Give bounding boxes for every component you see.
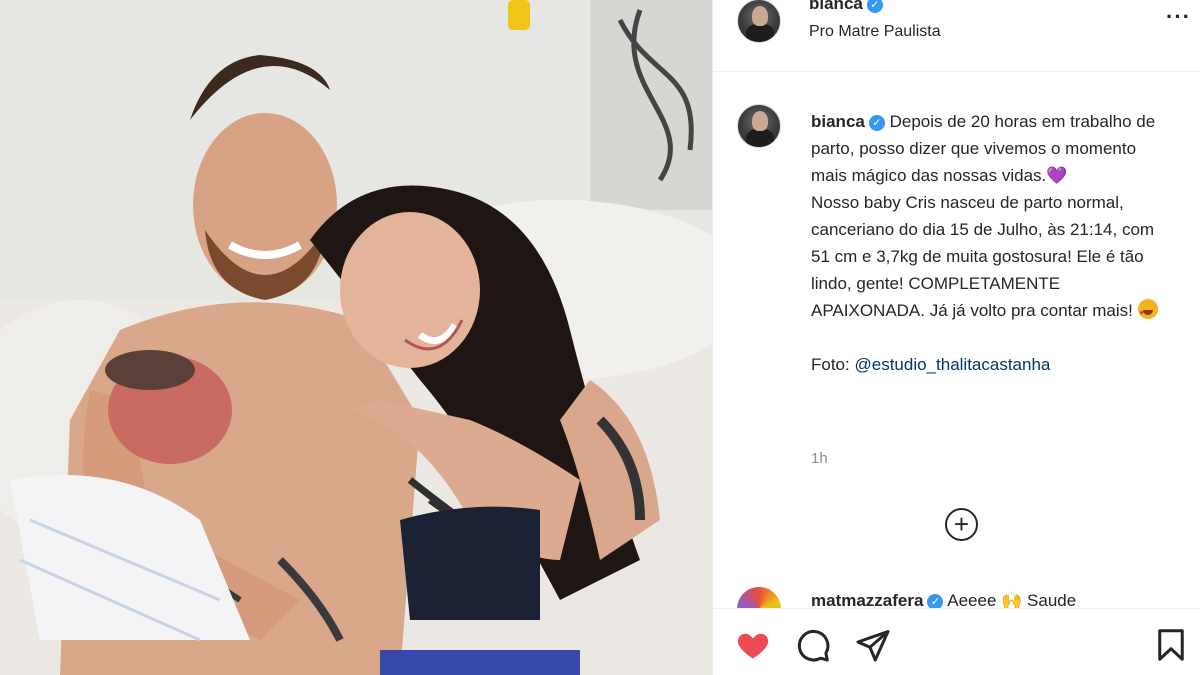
- like-button[interactable]: [735, 627, 771, 663]
- post-timestamp[interactable]: 1h: [811, 450, 828, 467]
- post-location[interactable]: Pro Matre Paulista: [809, 23, 941, 41]
- author-username[interactable]: bianca: [809, 0, 863, 13]
- post-header: bianca ✓ Pro Matre Paulista ···: [713, 0, 1200, 72]
- load-more-comments-button[interactable]: +: [945, 508, 978, 541]
- caption-author-avatar[interactable]: [737, 104, 781, 148]
- bookmark-icon: [1158, 629, 1184, 661]
- author-avatar[interactable]: [737, 0, 781, 43]
- verified-badge-icon: ✓: [868, 114, 885, 131]
- comment-button[interactable]: [795, 627, 831, 663]
- comment-icon: [797, 629, 830, 662]
- save-button[interactable]: [1153, 627, 1189, 663]
- purple-heart-emoji: 💜: [1046, 166, 1068, 185]
- post-action-bar: [713, 608, 1200, 675]
- caption-username[interactable]: bianca: [811, 112, 865, 131]
- photo-credit-label: Foto:: [811, 355, 850, 374]
- post-caption: bianca ✓ Depois de 20 horas em trabalho d…: [811, 108, 1171, 405]
- post-photo[interactable]: [0, 0, 712, 675]
- post-photo-illustration: [0, 0, 712, 675]
- author-username-row[interactable]: bianca ✓: [809, 0, 883, 14]
- verified-badge-icon: ✓: [866, 0, 883, 13]
- share-button[interactable]: [855, 627, 891, 663]
- more-options-icon[interactable]: ···: [1166, 4, 1191, 30]
- photo-credit-mention[interactable]: @estudio_thalitacastanha: [854, 355, 1050, 374]
- heart-icon: [737, 633, 769, 659]
- post-detail-panel: bianca ✓ Pro Matre Paulista ··· bianca ✓ D…: [712, 0, 1200, 675]
- share-icon: [856, 630, 890, 662]
- caption-text-2: Nosso baby Cris nasceu de parto normal, …: [811, 193, 1155, 320]
- star-struck-emoji-icon: [1137, 299, 1158, 327]
